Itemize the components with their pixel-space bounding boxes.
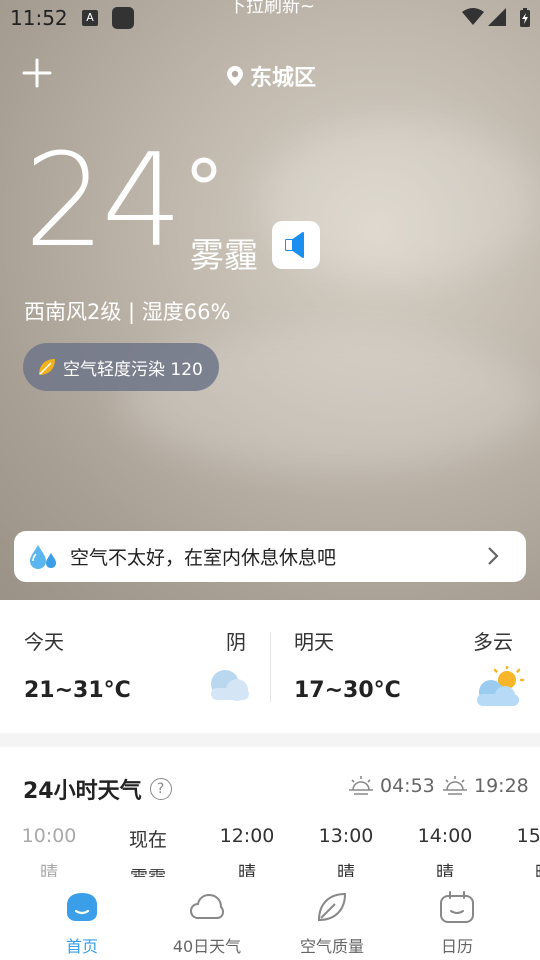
hour-item[interactable]: 现在 雾霾 <box>108 825 188 877</box>
today-range: 21~31°C <box>24 678 131 703</box>
sunrise-icon <box>349 776 373 795</box>
hourly-section: 24小时天气 ? 04:53 19:28 10:00 晴 现在 雾霾 12:00… <box>0 747 540 877</box>
location-selector[interactable]: 东城区 <box>226 60 316 92</box>
current-condition: 雾霾 <box>190 236 258 276</box>
hourly-title-text: 24小时天气 <box>23 779 142 804</box>
leaf-icon <box>39 359 55 375</box>
tomorrow-weather: 多云 <box>473 630 513 654</box>
hour-time: 13:00 <box>318 825 374 847</box>
hour-weather: 晴 <box>337 863 355 877</box>
leaf-outline-icon <box>317 892 347 922</box>
tomorrow-range: 17~30°C <box>294 678 401 703</box>
hour-time: 15:00 <box>516 825 540 847</box>
location-name: 东城区 <box>250 66 317 91</box>
section-gap <box>0 733 540 747</box>
home-icon <box>67 893 97 921</box>
hour-time: 现在 <box>128 829 167 851</box>
bottom-nav: 首页 40日天气 空气质量 日历 <box>0 877 540 960</box>
hour-weather: 晴 <box>40 863 58 877</box>
aqi-badge[interactable]: 空气轻度污染 120 <box>23 343 219 391</box>
sunset-info: 19:28 <box>442 775 529 797</box>
tab-label: 日历 <box>440 937 473 956</box>
hour-weather: 晴 <box>436 863 454 877</box>
sunrise-info: 04:53 <box>348 775 435 797</box>
speaker-icon <box>285 232 304 258</box>
hour-item[interactable]: 14:00 晴 <box>405 825 485 877</box>
tab-calendar[interactable]: 日历 <box>397 887 517 957</box>
status-bar: 11:52 A 下拉刷新~ <box>0 0 540 36</box>
hour-time: 12:00 <box>219 825 275 847</box>
tip-bar[interactable]: 空气不太好，在室内休息休息吧 <box>14 531 526 582</box>
add-city-icon[interactable] <box>22 58 52 88</box>
hour-time: 10:00 <box>21 825 77 847</box>
current-temperature: 24 <box>24 127 183 276</box>
wifi-icon <box>462 8 484 25</box>
tab-air-quality[interactable]: 空气质量 <box>272 887 392 957</box>
hour-item[interactable]: 15:00 晴 <box>504 825 540 877</box>
tomorrow-forecast[interactable]: 明天 多云 17~30°C <box>271 600 540 733</box>
sunset-time: 19:28 <box>474 775 529 797</box>
cloud-outline-icon <box>189 893 225 919</box>
hour-item[interactable]: 10:00 晴 <box>9 825 89 877</box>
water-drops-icon <box>30 544 56 569</box>
degree-symbol: ° <box>184 143 224 236</box>
tab-label: 空气质量 <box>299 937 364 956</box>
calendar-face-icon <box>440 891 474 923</box>
chevron-right-icon <box>488 547 499 565</box>
tomorrow-label: 明天 <box>294 630 334 654</box>
pull-refresh-hint: 下拉刷新~ <box>228 0 316 17</box>
hour-weather: 晴 <box>238 863 256 877</box>
tab-label: 首页 <box>65 937 98 956</box>
tab-home[interactable]: 首页 <box>22 887 142 957</box>
hour-weather: 晴 <box>504 859 540 877</box>
status-time: 11:52 <box>10 6 68 30</box>
tab-40-day[interactable]: 40日天气 <box>147 887 267 957</box>
today-weather: 阴 <box>226 630 246 654</box>
signal-icon <box>488 8 506 26</box>
hour-item[interactable]: 12:00 晴 <box>207 825 287 877</box>
today-forecast[interactable]: 今天 阴 21~31°C <box>0 600 270 733</box>
tip-text: 空气不太好，在室内休息休息吧 <box>70 547 337 569</box>
divider <box>270 632 271 702</box>
help-icon[interactable]: ? <box>149 778 172 800</box>
hour-weather: 雾霾 <box>108 864 188 877</box>
sunset-icon <box>443 776 467 795</box>
sunrise-time: 04:53 <box>380 775 435 797</box>
today-label: 今天 <box>24 630 64 654</box>
tab-label: 40日天气 <box>172 937 242 956</box>
location-pin-icon <box>227 66 243 86</box>
wind-humidity: 西南风2级 | 湿度66% <box>24 300 231 324</box>
voice-broadcast-button[interactable] <box>272 221 320 269</box>
aqi-label: 空气轻度污染 120 <box>63 359 203 380</box>
notification-app-icon <box>112 7 134 29</box>
partly-cloudy-icon <box>477 666 525 706</box>
hour-item[interactable]: 13:00 晴 <box>306 825 386 877</box>
hour-time: 14:00 <box>417 825 473 847</box>
hourly-title: 24小时天气 ? <box>23 773 172 805</box>
battery-icon <box>520 8 530 27</box>
notification-a-icon: A <box>82 10 98 26</box>
cloudy-icon <box>211 670 249 701</box>
